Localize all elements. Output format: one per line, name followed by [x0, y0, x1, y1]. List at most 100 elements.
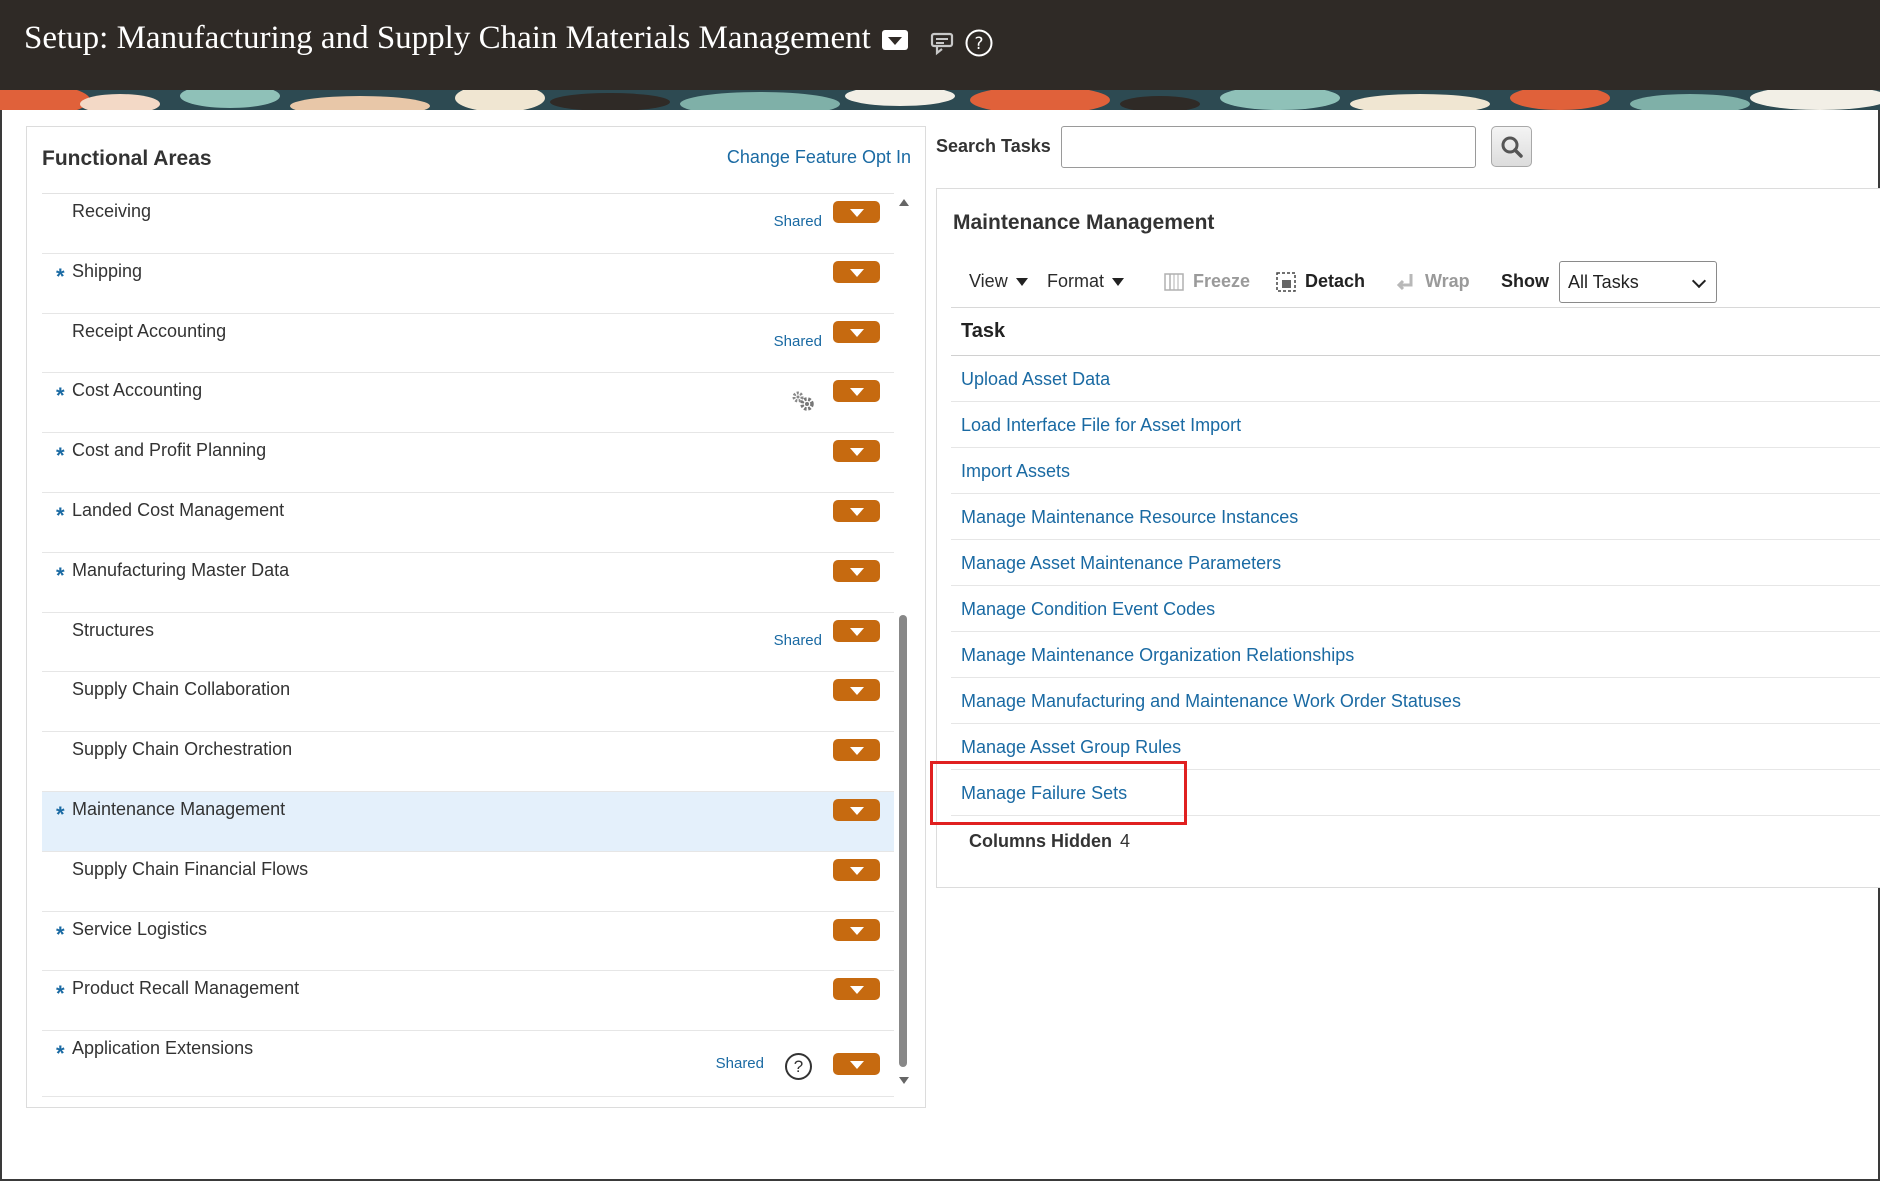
- task-link[interactable]: Manage Maintenance Resource Instances: [961, 507, 1298, 528]
- functional-area-row[interactable]: * Shipping: [42, 254, 894, 314]
- columns-hidden-count: 4: [1120, 831, 1131, 851]
- chevron-down-icon: [1691, 273, 1707, 289]
- task-link[interactable]: Manage Manufacturing and Maintenance Wor…: [961, 691, 1461, 712]
- show-tasks-value: All Tasks: [1568, 272, 1639, 292]
- search-tasks-input[interactable]: [1061, 126, 1476, 168]
- functional-area-row[interactable]: Receiving Shared: [42, 194, 894, 254]
- freeze-button[interactable]: Freeze: [1163, 271, 1250, 293]
- help-icon[interactable]: ?: [785, 1053, 812, 1081]
- task-row: Upload Asset Data: [951, 356, 1880, 402]
- functional-area-label: Shipping: [72, 260, 143, 281]
- functional-area-menu-button[interactable]: [833, 380, 880, 403]
- functional-areas-list: Receiving Shared * Shipping Receipt Accounti…: [42, 193, 894, 1098]
- task-row: Load Interface File for Asset Import: [951, 402, 1880, 448]
- required-indicator: *: [56, 921, 65, 947]
- functional-area-menu-button[interactable]: [833, 918, 880, 941]
- page-header: Setup: Manufacturing and Supply Chain Ma…: [0, 0, 1880, 90]
- functional-area-row[interactable]: Structures Shared: [42, 613, 894, 673]
- required-indicator: *: [56, 1041, 65, 1067]
- task-toolbar: View Format Freeze Detach Wrap Show: [937, 261, 1880, 305]
- functional-area-row[interactable]: Supply Chain Orchestration: [42, 732, 894, 792]
- task-row: Manage Maintenance Resource Instances: [951, 494, 1880, 540]
- functional-area-row[interactable]: * Cost and Profit Planning: [42, 433, 894, 493]
- functional-area-menu-button[interactable]: [833, 201, 880, 223]
- task-link[interactable]: Manage Asset Group Rules: [961, 737, 1181, 758]
- task-list: Upload Asset Data Load Interface File for…: [951, 356, 1880, 816]
- gears-icon[interactable]: [790, 389, 816, 413]
- functional-area-row[interactable]: Supply Chain Financial Flows: [42, 852, 894, 912]
- shared-badge[interactable]: Shared: [716, 1055, 764, 1072]
- functional-area-menu-button[interactable]: [833, 679, 880, 702]
- functional-area-row[interactable]: * Manufacturing Master Data: [42, 553, 894, 613]
- functional-area-menu-button[interactable]: [833, 1053, 880, 1076]
- wrap-button[interactable]: Wrap: [1395, 271, 1470, 293]
- functional-area-menu-button[interactable]: [833, 858, 880, 881]
- functional-area-row[interactable]: * Application Extensions Shared?: [42, 1031, 894, 1098]
- functional-area-row[interactable]: Receipt Accounting Shared: [42, 314, 894, 374]
- functional-area-label: Service Logistics: [72, 918, 208, 939]
- columns-hidden-status: Columns Hidden 4: [969, 831, 1130, 852]
- functional-area-menu-button[interactable]: [833, 739, 880, 762]
- task-row: Import Assets: [951, 448, 1880, 494]
- functional-area-label: Product Recall Management: [72, 978, 300, 999]
- task-link[interactable]: Import Assets: [961, 461, 1070, 482]
- task-link[interactable]: Upload Asset Data: [961, 369, 1110, 390]
- search-button[interactable]: [1491, 126, 1532, 167]
- show-tasks-select[interactable]: All Tasks: [1559, 261, 1717, 303]
- functional-area-menu-button[interactable]: [833, 499, 880, 522]
- shared-badge[interactable]: Shared: [774, 213, 822, 230]
- functional-area-label: Receipt Accounting: [72, 320, 227, 341]
- functional-area-row[interactable]: * Cost Accounting: [42, 373, 894, 434]
- task-link[interactable]: Load Interface File for Asset Import: [961, 415, 1241, 436]
- functional-area-menu-button[interactable]: [833, 798, 880, 821]
- scroll-up-icon[interactable]: [899, 199, 909, 206]
- required-indicator: *: [56, 981, 65, 1007]
- functional-area-row[interactable]: * Product Recall Management: [42, 971, 894, 1032]
- scroll-down-icon[interactable]: [899, 1077, 909, 1084]
- view-menu-label: View: [969, 271, 1008, 291]
- caret-down-icon[interactable]: [882, 30, 908, 50]
- format-menu-label: Format: [1047, 271, 1105, 291]
- functional-area-row[interactable]: * Landed Cost Management: [42, 493, 894, 553]
- task-panel-title: Maintenance Management: [953, 211, 1215, 234]
- search-icon: [1501, 136, 1523, 158]
- functional-area-row[interactable]: * Service Logistics: [42, 912, 894, 972]
- task-link[interactable]: Manage Maintenance Organization Relation…: [961, 645, 1354, 666]
- functional-area-menu-button[interactable]: [833, 260, 880, 283]
- functional-area-label: Landed Cost Management: [72, 499, 285, 520]
- functional-area-row[interactable]: Supply Chain Collaboration: [42, 672, 894, 733]
- change-feature-opt-in-link[interactable]: Change Feature Opt In: [727, 147, 911, 168]
- task-row: Manage Maintenance Organization Relation…: [951, 632, 1880, 678]
- functional-area-label: Application Extensions: [72, 1038, 254, 1059]
- detach-label: Detach: [1305, 271, 1366, 291]
- help-icon[interactable]: ?: [964, 28, 994, 58]
- wrap-label: Wrap: [1425, 271, 1470, 291]
- freeze-label: Freeze: [1193, 271, 1251, 291]
- shared-badge[interactable]: Shared: [774, 333, 822, 350]
- tray-icon[interactable]: [928, 28, 958, 58]
- functional-area-label: Manufacturing Master Data: [72, 559, 290, 580]
- functional-area-menu-button[interactable]: [833, 440, 880, 463]
- functional-area-menu-button[interactable]: [833, 978, 880, 1001]
- functional-area-row[interactable]: * Maintenance Management: [42, 791, 894, 852]
- format-menu[interactable]: Format: [1047, 271, 1125, 292]
- page-title: Setup: Manufacturing and Supply Chain Ma…: [24, 20, 871, 56]
- required-indicator: *: [56, 263, 65, 289]
- task-link[interactable]: Manage Condition Event Codes: [961, 599, 1215, 620]
- functional-area-menu-button[interactable]: [833, 619, 880, 642]
- scrollbar-thumb[interactable]: [899, 615, 907, 1067]
- task-column-header-label: Task: [961, 320, 1006, 342]
- functional-area-label: Supply Chain Collaboration: [72, 679, 291, 700]
- task-link[interactable]: Manage Asset Maintenance Parameters: [961, 553, 1281, 574]
- highlight-annotation: [930, 761, 1187, 825]
- shared-badge[interactable]: Shared: [774, 632, 822, 649]
- detach-button[interactable]: Detach: [1275, 271, 1365, 293]
- functional-area-label: Receiving: [72, 201, 152, 221]
- functional-area-label: Cost and Profit Planning: [72, 440, 267, 461]
- functional-area-menu-button[interactable]: [833, 320, 880, 343]
- task-row: Manage Manufacturing and Maintenance Wor…: [951, 678, 1880, 724]
- view-menu[interactable]: View: [969, 271, 1028, 292]
- functional-area-menu-button[interactable]: [833, 559, 880, 582]
- functional-areas-title: Functional Areas: [42, 147, 212, 170]
- task-column-header[interactable]: Task: [951, 307, 1880, 356]
